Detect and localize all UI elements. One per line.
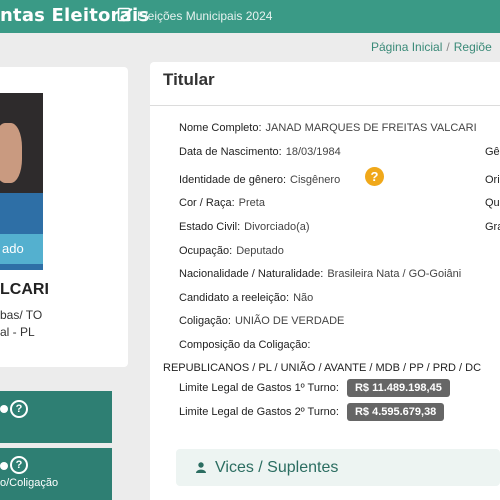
limite-1-badge: R$ 11.489.198,45 xyxy=(346,379,450,397)
field-nome-completo: Nome Completo: JANAD MARQUES DE FREITAS V… xyxy=(179,122,477,134)
candidate-name: LCARI xyxy=(0,281,49,298)
election-link[interactable]: Eleições Municipais 2024 xyxy=(137,9,272,23)
titular-title: Titular xyxy=(163,70,215,89)
field-estado-civil: Estado Civil: Divorciado(a) xyxy=(179,221,310,233)
field-cut-grau: Gra xyxy=(485,221,500,233)
info-box-2-subtitle: o/Coligação xyxy=(0,477,59,489)
info-box-2[interactable]: ? o/Coligação xyxy=(0,448,112,500)
top-header: ntas Eleitorais Eleições Municipais 2024 xyxy=(0,0,500,33)
field-cor-raca: Cor / Raça: Preta xyxy=(179,197,265,209)
limite-gastos-2-turno: Limite Legal de Gastos 2º Turno: R$ 4.595… xyxy=(179,403,445,421)
composicao-coligacao-value: REPUBLICANOS / PL / UNIÃO / AVANTE / MDB… xyxy=(163,362,482,374)
breadcrumb-current[interactable]: Regiõe xyxy=(454,40,492,54)
info-box-1[interactable]: ? xyxy=(0,391,112,443)
photo-status-badge: ado xyxy=(0,234,43,264)
breadcrumb-home[interactable]: Página Inicial xyxy=(371,40,442,54)
field-nacionalidade: Nacionalidade / Naturalidade: Brasileira … xyxy=(179,268,462,280)
field-cut-genero: Gê xyxy=(485,146,500,158)
user-icon xyxy=(196,462,206,473)
field-cut-qu: Qu xyxy=(485,197,500,209)
field-composicao-coligacao: Composição da Coligação: xyxy=(179,339,311,351)
field-ocupacao: Ocupação: Deputado xyxy=(179,245,284,257)
field-identidade-genero: Identidade de gênero: Cisgênero xyxy=(179,174,341,186)
limite-2-badge: R$ 4.595.679,38 xyxy=(346,403,445,421)
limite-gastos-1-turno: Limite Legal de Gastos 1º Turno: R$ 11.48… xyxy=(179,379,450,397)
breadcrumb: Página Inicial / Regiõe xyxy=(371,40,492,54)
field-reeleicao: Candidato a reeleição: Não xyxy=(179,292,314,304)
candidate-location: bas/ TO xyxy=(0,308,43,322)
question-circle-icon[interactable]: ? xyxy=(10,456,28,474)
field-data-nascimento: Data de Nascimento: 18/03/1984 xyxy=(179,146,341,158)
question-circle-icon[interactable]: ? xyxy=(10,400,28,418)
question-icon[interactable]: ? xyxy=(365,167,384,186)
field-coligacao: Coligação: UNIÃO DE VERDADE xyxy=(179,315,345,327)
vices-suplentes-label[interactable]: Vices / Suplentes xyxy=(215,459,338,477)
field-cut-origem: Ori xyxy=(485,174,500,186)
title-divider xyxy=(150,105,500,106)
edit-icon xyxy=(117,7,133,22)
breadcrumb-separator: / xyxy=(446,40,450,54)
candidate-position: al - PL xyxy=(0,325,35,339)
